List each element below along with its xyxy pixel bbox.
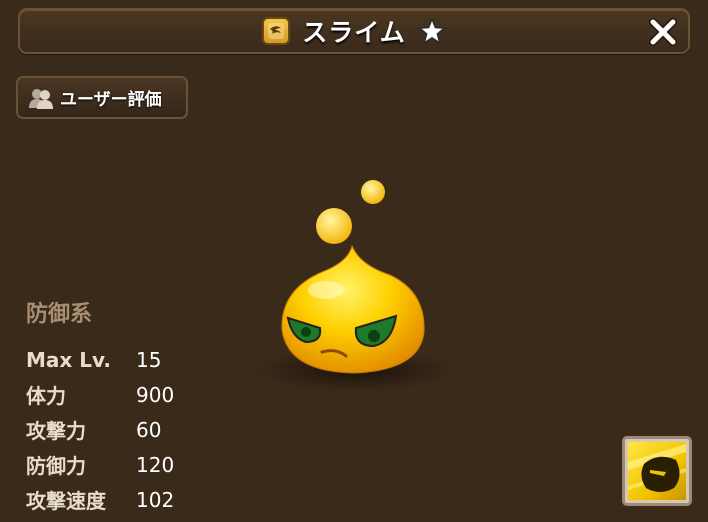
stat-row-attack: 攻撃力 60 — [26, 412, 174, 447]
stat-label: 攻撃速度 — [26, 489, 106, 513]
monster-name: スライム — [302, 18, 406, 47]
stat-value: 120 — [136, 452, 175, 477]
stat-label: 防御力 — [26, 454, 86, 478]
user-review-label: ユーザー評価 — [60, 90, 162, 110]
skill-button[interactable] — [622, 436, 692, 506]
title-bar: スライム — [18, 8, 690, 54]
close-button[interactable] — [646, 15, 680, 49]
stat-row-speed: 攻撃速度 102 — [26, 482, 174, 517]
monster-type: 防御系 — [26, 302, 93, 327]
title-center: スライム — [20, 10, 688, 52]
stat-label: 攻撃力 — [26, 419, 86, 443]
users-icon — [29, 88, 53, 109]
skill-icon — [628, 442, 686, 500]
slime-monster — [240, 170, 480, 410]
stat-value: 60 — [136, 417, 162, 442]
stat-value: 15 — [136, 347, 162, 372]
stat-row-defense: 防御力 120 — [26, 447, 174, 482]
stat-label: Max Lv. — [26, 347, 112, 372]
stat-row-max-lv: Max Lv. 15 — [26, 342, 174, 377]
star-icon — [417, 17, 446, 45]
user-review-button[interactable]: ユーザー評価 — [16, 76, 188, 119]
stat-value: 102 — [136, 487, 175, 512]
wind-element-icon — [262, 17, 291, 45]
stat-label: 体力 — [26, 384, 66, 408]
stat-value: 900 — [136, 382, 175, 407]
monster-stats: 防御系 Max Lv. 15 体力 900 攻撃力 60 防御力 120 攻撃速… — [26, 296, 174, 517]
stat-row-hp: 体力 900 — [26, 377, 174, 412]
close-icon — [649, 18, 677, 46]
